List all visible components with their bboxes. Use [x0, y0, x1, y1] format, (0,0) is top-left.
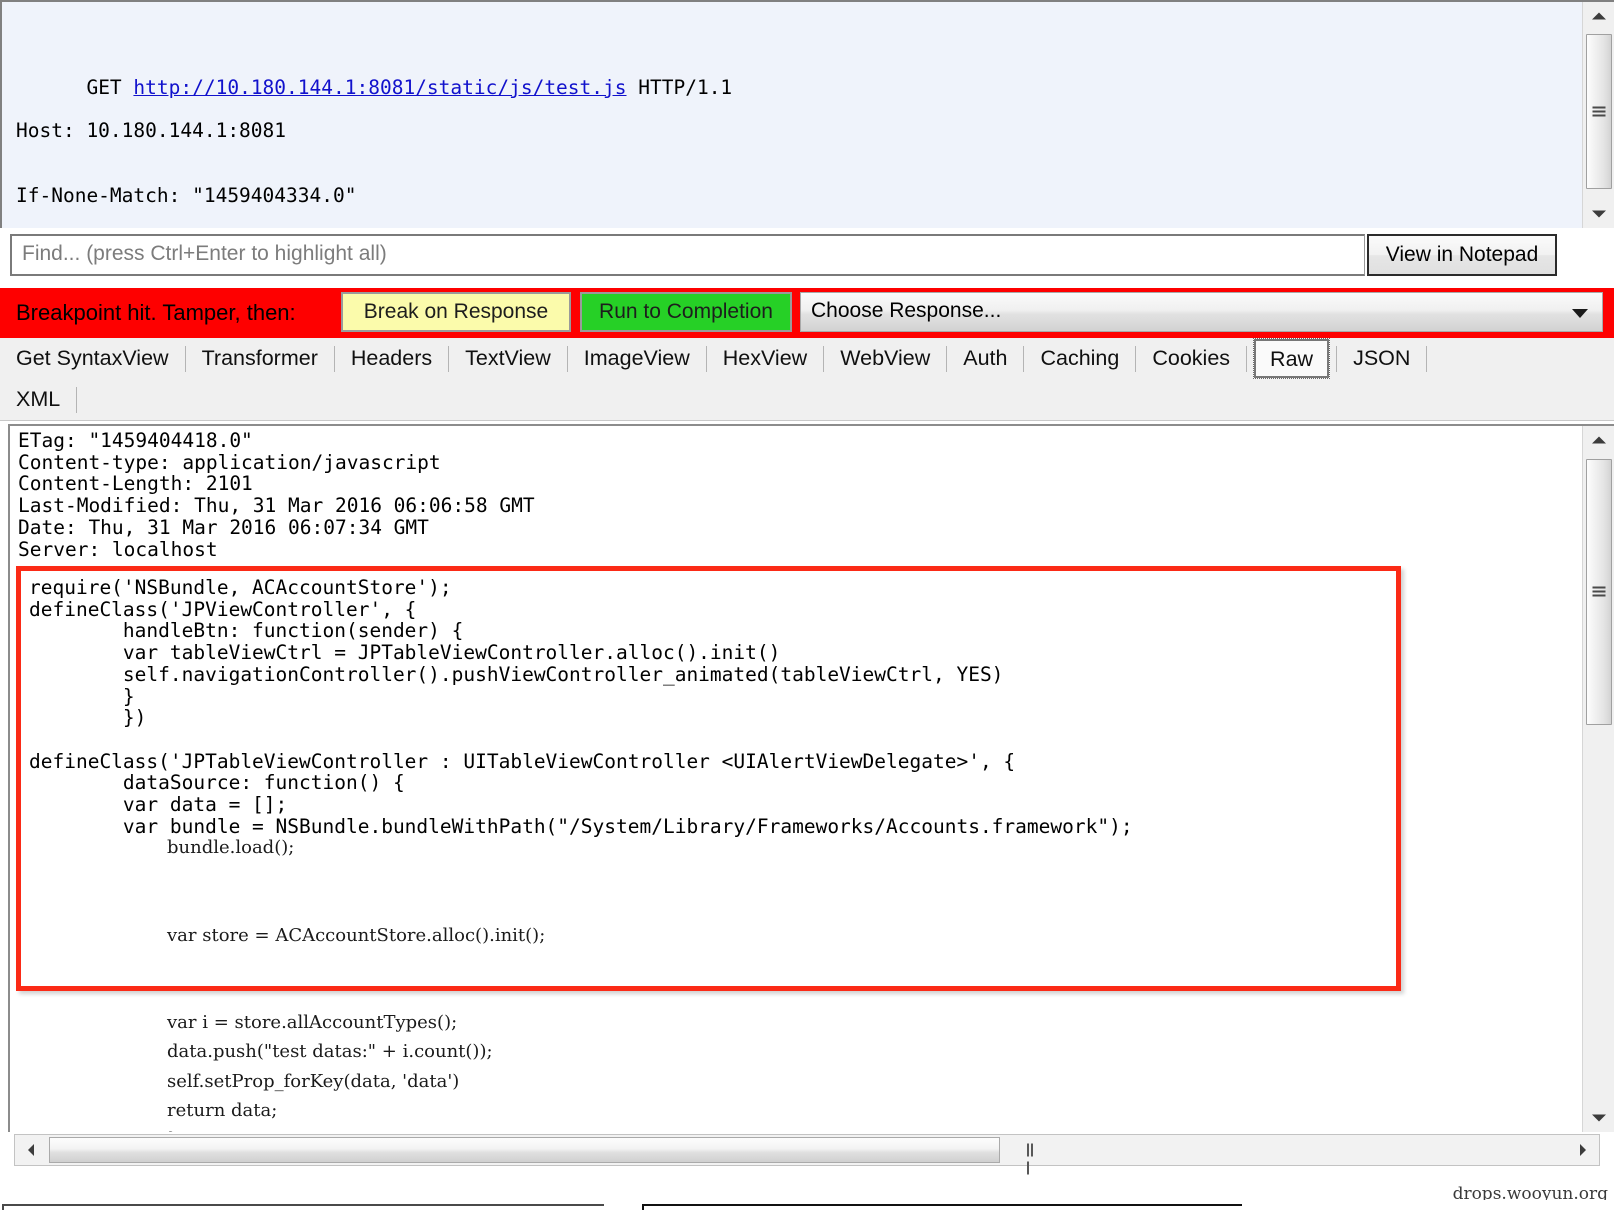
- request-headers-text: GET http://10.180.144.1:8081/static/js/t…: [16, 12, 732, 228]
- scroll-up-arrow-icon[interactable]: [1583, 2, 1614, 30]
- scrollbar-grip-icon: [1593, 587, 1606, 598]
- request-vertical-scrollbar[interactable]: [1582, 2, 1614, 228]
- breakpoint-message: Breakpoint hit. Tamper, then:: [16, 300, 296, 326]
- break-on-response-button[interactable]: Break on Response: [341, 292, 571, 332]
- tab-cookies[interactable]: Cookies: [1136, 338, 1246, 379]
- tab-hexview[interactable]: HexView: [707, 338, 823, 379]
- choose-response-label: Choose Response...: [811, 299, 1001, 322]
- request-url-link[interactable]: http://10.180.144.1:8081/static/js/test.…: [133, 76, 626, 99]
- response-body-highlight-box: require('NSBundle, ACAccountStore'); def…: [16, 566, 1401, 991]
- request-line: GET http://10.180.144.1:8081/static/js/t…: [16, 55, 732, 77]
- response-headers-text: ETag: "1459404418.0" Content-type: appli…: [18, 430, 535, 560]
- response-body-code-serif: bundle.load(); var store = ACAccountStor…: [167, 833, 545, 1132]
- tab-raw[interactable]: Raw: [1253, 338, 1330, 379]
- view-in-notepad-button[interactable]: View in Notepad: [1367, 234, 1557, 276]
- bottom-panel-right-edge: [642, 1204, 1242, 1210]
- response-vertical-scrollbar[interactable]: [1582, 426, 1614, 1132]
- tab-imageview[interactable]: ImageView: [568, 338, 706, 379]
- tab-get-syntaxview[interactable]: Get SyntaxView: [0, 338, 185, 379]
- tab-separator: [76, 387, 77, 413]
- tab-separator: [1246, 346, 1247, 372]
- response-horizontal-scrollbar[interactable]: [14, 1134, 1600, 1166]
- scroll-down-arrow-icon[interactable]: [1583, 200, 1614, 228]
- response-inspector-pane: ETag: "1459404418.0" Content-type: appli…: [8, 424, 1614, 1132]
- inspector-tab-strip: Get SyntaxView Transformer Headers TextV…: [0, 338, 1614, 421]
- scroll-down-arrow-icon[interactable]: [1583, 1104, 1614, 1132]
- tab-webview[interactable]: WebView: [824, 338, 946, 379]
- tab-headers[interactable]: Headers: [335, 338, 448, 379]
- request-header-line: Host: 10.180.144.1:8081: [16, 120, 732, 142]
- scrollbar-thumb[interactable]: [1586, 459, 1612, 725]
- choose-response-dropdown[interactable]: Choose Response...: [800, 292, 1603, 332]
- run-to-completion-button[interactable]: Run to Completion: [580, 292, 792, 332]
- scroll-right-arrow-icon[interactable]: [1567, 1135, 1599, 1165]
- search-input[interactable]: Find... (press Ctrl+Enter to highlight a…: [10, 234, 1365, 276]
- chevron-down-icon: [1572, 309, 1588, 318]
- tab-row-primary: Get SyntaxView Transformer Headers TextV…: [0, 338, 1427, 379]
- window-bottom-chrome: [0, 1200, 1614, 1208]
- bottom-panel-left-edge: [2, 1204, 604, 1210]
- request-http-version: HTTP/1.1: [627, 76, 733, 99]
- tab-json[interactable]: JSON: [1337, 338, 1426, 379]
- request-method-version-prefix: GET: [86, 76, 133, 99]
- request-inspector-pane: GET http://10.180.144.1:8081/static/js/t…: [0, 0, 1614, 228]
- tab-transformer[interactable]: Transformer: [186, 338, 334, 379]
- scroll-left-arrow-icon[interactable]: [15, 1135, 47, 1165]
- tab-separator: [1426, 346, 1427, 372]
- find-bar-row: Find... (press Ctrl+Enter to highlight a…: [0, 232, 1614, 280]
- tab-row-secondary: XML: [0, 379, 77, 420]
- scrollbar-thumb[interactable]: [1586, 34, 1612, 189]
- response-body-code-mono: require('NSBundle, ACAccountStore'); def…: [29, 577, 1133, 837]
- tab-auth[interactable]: Auth: [947, 338, 1023, 379]
- tab-xml[interactable]: XML: [0, 379, 76, 420]
- tab-textview[interactable]: TextView: [449, 338, 567, 379]
- request-header-line: If-None-Match: "1459404334.0": [16, 185, 732, 207]
- hscrollbar-grip-icon: [1027, 1144, 1038, 1157]
- scroll-up-arrow-icon[interactable]: [1583, 426, 1614, 454]
- scrollbar-grip-icon: [1593, 106, 1606, 117]
- tab-caching[interactable]: Caching: [1024, 338, 1135, 379]
- hscrollbar-thumb[interactable]: [49, 1137, 1000, 1163]
- breakpoint-toolbar: Breakpoint hit. Tamper, then: Break on R…: [0, 288, 1614, 338]
